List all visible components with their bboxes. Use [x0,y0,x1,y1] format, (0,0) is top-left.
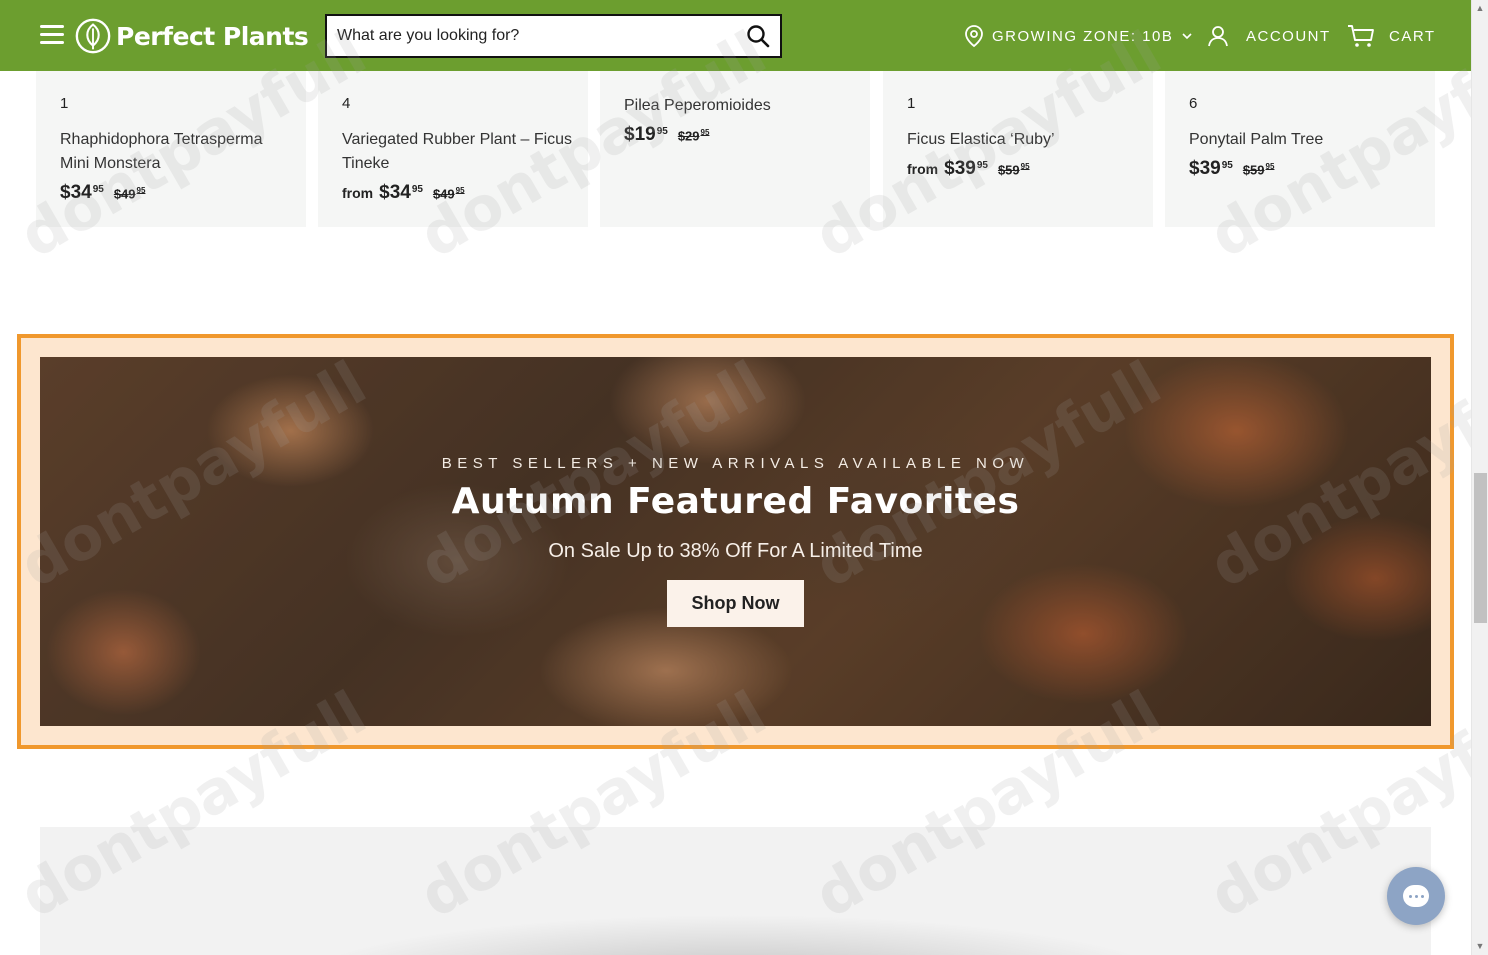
price-now-cents: 95 [976,160,988,171]
review-count: 6 [1189,95,1198,112]
page-scrollbar[interactable]: ▲ ▼ [1471,0,1488,955]
price-was-dollars: $49 [113,186,136,202]
price-from: from [907,161,939,177]
chat-icon [1403,885,1429,907]
search-input[interactable] [327,16,736,56]
search-button[interactable] [736,16,780,56]
product-card[interactable]: 1 Rhaphidophora Tetrasperma Mini Monster… [36,71,306,227]
price-was: $4995 [433,186,465,201]
banner-headline: Autumn Featured Favorites [451,481,1020,522]
product-card[interactable]: 1 Ficus Elastica ‘Ruby’ from $39 95 $5995 [883,71,1153,227]
price-now: $34 [60,182,92,203]
product-name[interactable]: Ficus Elastica ‘Ruby’ [907,128,1142,152]
price-now-cents: 95 [411,184,423,195]
product-price: $39 95 $5995 [1189,158,1274,180]
scroll-up-arrow-icon[interactable]: ▲ [1475,3,1485,13]
cart-link[interactable]: CART [1347,24,1436,48]
product-card[interactable]: Pilea Peperomioides $19 95 $2995 [600,71,870,227]
product-row: 1 Rhaphidophora Tetrasperma Mini Monster… [0,71,1471,231]
banner-subhead: On Sale Up to 38% Off For A Limited Time [548,540,923,562]
product-price: $19 95 $2995 [624,124,709,146]
brand-logo[interactable]: Perfect Plants [74,17,309,55]
review-count: 4 [342,95,351,112]
brand-name: Perfect Plants [116,21,309,51]
banner-eyebrow: BEST SELLERS + NEW ARRIVALS AVAILABLE NO… [441,455,1030,472]
review-count: 1 [907,95,916,112]
review-count: 1 [60,95,69,112]
promo-banner[interactable]: BEST SELLERS + NEW ARRIVALS AVAILABLE NO… [40,357,1431,726]
price-was: $4995 [114,186,146,201]
price-now: $19 [624,124,656,145]
location-pin-icon [965,25,983,48]
account-label: ACCOUNT [1246,27,1331,45]
menu-icon[interactable] [40,25,64,45]
search-icon [747,25,770,48]
product-price: $34 95 $4995 [60,182,145,204]
account-link[interactable]: ACCOUNT [1206,24,1331,48]
price-now: $34 [379,182,411,203]
price-was-cents: 95 [455,186,465,195]
price-was-dollars: $49 [432,186,455,202]
product-price: from $34 95 $4995 [342,182,465,204]
product-name[interactable]: Variegated Rubber Plant – Ficus Tineke [342,128,577,176]
product-name[interactable]: Pilea Peperomioides [624,94,859,118]
growing-zone-label: GROWING ZONE: 10B [992,27,1174,45]
price-was-dollars: $59 [1242,162,1265,178]
product-card[interactable]: 4 Variegated Rubber Plant – Ficus Tineke… [318,71,588,227]
growing-zone-selector[interactable]: GROWING ZONE: 10B [964,24,1193,48]
price-was-dollars: $29 [677,128,700,144]
price-was-cents: 95 [1265,162,1275,171]
product-name[interactable]: Ponytail Palm Tree [1189,128,1424,152]
price-now-cents: 95 [656,126,668,137]
price-was: $5995 [1243,162,1275,177]
cart-label: CART [1389,27,1436,45]
chat-button[interactable] [1387,867,1445,925]
price-was-cents: 95 [1020,162,1030,171]
leaf-logo-icon [75,18,111,54]
scroll-thumb[interactable] [1474,473,1487,623]
user-icon [1208,26,1228,47]
product-name[interactable]: Rhaphidophora Tetrasperma Mini Monstera [60,128,295,176]
price-was: $5995 [998,162,1030,177]
product-price: from $39 95 $5995 [907,158,1030,180]
lower-hero-image [40,827,1431,955]
price-from: from [342,185,374,201]
cart-icon [1348,25,1374,47]
price-now-cents: 95 [92,184,104,195]
promo-banner-frame: BEST SELLERS + NEW ARRIVALS AVAILABLE NO… [17,334,1454,749]
chevron-down-icon [1182,33,1192,40]
site-header: Perfect Plants GROWING ZONE: 10B ACCOUNT [0,0,1471,71]
price-now: $39 [944,158,976,179]
scroll-down-arrow-icon[interactable]: ▼ [1475,941,1485,951]
price-now: $39 [1189,158,1221,179]
price-was-dollars: $59 [997,162,1020,178]
search-bar [325,14,782,58]
price-was-cents: 95 [136,186,146,195]
price-was-cents: 95 [700,128,710,137]
price-was: $2995 [678,128,710,143]
shop-now-button[interactable]: Shop Now [667,580,804,627]
product-card[interactable]: 6 Ponytail Palm Tree $39 95 $5995 [1165,71,1435,227]
price-now-cents: 95 [1221,160,1233,171]
